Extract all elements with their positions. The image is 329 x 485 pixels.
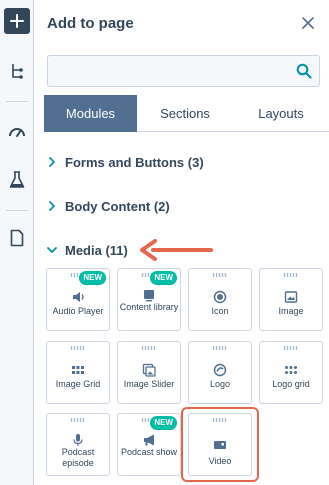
panel-title: Add to page: [47, 15, 134, 32]
module-label: Image Slider: [123, 379, 175, 389]
module-label: Content library: [119, 302, 179, 312]
module-card-logo-grid[interactable]: Logo grid: [259, 341, 323, 404]
section-media[interactable]: Media (11): [47, 241, 128, 259]
grid-icon: [72, 366, 84, 374]
tab-sections[interactable]: Sections: [137, 95, 233, 132]
section-label: Forms and Buttons (3): [65, 154, 204, 170]
search-icon[interactable]: [296, 63, 312, 79]
drag-handle-icon[interactable]: [70, 346, 86, 350]
library-icon: [144, 290, 154, 302]
module-label: Logo grid: [272, 379, 310, 389]
search-input[interactable]: [48, 56, 288, 86]
module-card-image[interactable]: Image: [259, 268, 323, 331]
module-label: Audio Player: [52, 306, 104, 316]
module-card-image-grid[interactable]: Image Grid: [46, 341, 110, 404]
drag-handle-icon[interactable]: [70, 418, 86, 422]
section-forms-and-buttons[interactable]: Forms and Buttons (3): [47, 153, 204, 171]
rail-divider: [6, 210, 28, 211]
module-card-audio-player[interactable]: NEW Audio Player: [46, 268, 110, 331]
module-label: Image Grid: [55, 379, 101, 389]
chevron-right-icon: [49, 201, 55, 211]
new-badge: NEW: [150, 271, 177, 285]
slider-icon: [142, 363, 156, 377]
module-card-logo[interactable]: Logo: [188, 341, 252, 404]
new-badge: NEW: [79, 271, 106, 285]
annotation-arrow-icon: [140, 239, 213, 261]
section-label: Body Content (2): [65, 198, 170, 214]
tab-modules[interactable]: Modules: [44, 95, 137, 132]
module-label: Icon: [211, 306, 229, 316]
close-icon[interactable]: [301, 16, 315, 30]
tree-icon[interactable]: [8, 62, 26, 80]
tab-layouts[interactable]: Layouts: [233, 95, 329, 132]
section-label: Media (11): [65, 242, 128, 258]
drag-handle-icon[interactable]: [283, 273, 299, 277]
module-label: Image: [278, 306, 304, 316]
module-card-icon[interactable]: Icon: [188, 268, 252, 331]
rail-divider: [6, 101, 28, 102]
search-box: [47, 55, 320, 87]
image-icon: [284, 291, 298, 303]
gauge-icon[interactable]: [8, 122, 26, 140]
module-label: Podcast episode: [61, 447, 95, 468]
module-label: Podcast show: [120, 447, 178, 457]
module-card-podcast-show[interactable]: NEW Podcast show: [117, 413, 181, 476]
module-label: Logo: [209, 379, 231, 389]
add-button[interactable]: [4, 8, 30, 34]
video-highlight-outline: [181, 407, 259, 482]
module-card-content-library[interactable]: NEW Content library: [117, 268, 181, 331]
logo-grid-icon: [285, 366, 297, 374]
tab-bar: Modules Sections Layouts: [44, 95, 329, 132]
microphone-icon: [73, 434, 83, 446]
chevron-right-icon: [49, 157, 55, 167]
speaker-icon: [73, 292, 84, 302]
module-card-image-slider[interactable]: Image Slider: [117, 341, 181, 404]
left-rail: [0, 0, 34, 485]
drag-handle-icon[interactable]: [283, 346, 299, 350]
megaphone-icon: [144, 434, 154, 446]
chevron-down-icon: [47, 247, 57, 253]
circle-icon: [213, 290, 227, 304]
drag-handle-icon[interactable]: [212, 273, 228, 277]
new-badge: NEW: [150, 416, 177, 430]
logo-icon: [213, 363, 227, 377]
module-card-podcast-episode[interactable]: Podcast episode: [46, 413, 110, 476]
section-body-content[interactable]: Body Content (2): [47, 197, 170, 215]
add-to-page-panel: Add to page Modules Sections Layouts For…: [35, 0, 329, 485]
page-icon[interactable]: [8, 229, 26, 247]
drag-handle-icon[interactable]: [212, 346, 228, 350]
plus-icon: [10, 14, 24, 28]
flask-icon[interactable]: [8, 171, 26, 189]
drag-handle-icon[interactable]: [141, 346, 157, 350]
